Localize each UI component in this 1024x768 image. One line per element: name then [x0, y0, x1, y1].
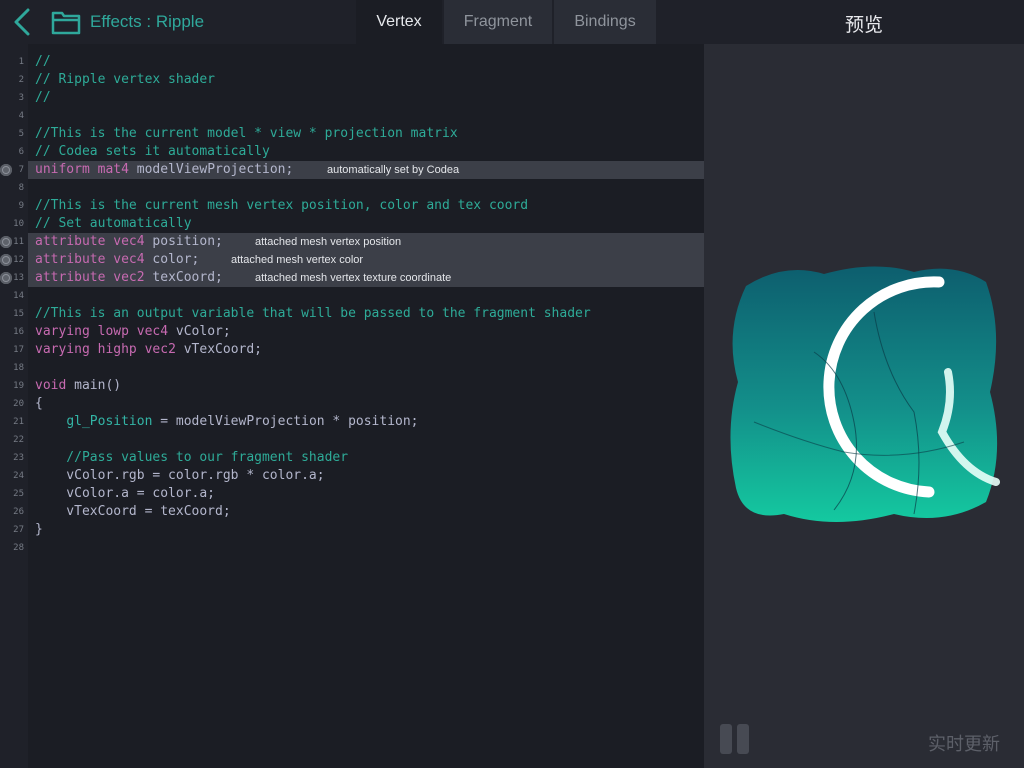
folder-button[interactable]: [51, 9, 81, 35]
shader-tabs: Vertex Fragment Bindings: [356, 0, 656, 44]
line-number: 22: [13, 435, 24, 445]
tab-vertex[interactable]: Vertex: [356, 0, 442, 44]
line-number: 19: [13, 381, 24, 391]
code-line[interactable]: 16 varying lowp vec4 vColor;: [13, 323, 704, 341]
live-update-button[interactable]: 实时更新: [928, 730, 1000, 756]
code-line[interactable]: 7 uniform mat4 modelViewProjection; automa…: [0, 161, 704, 179]
top-bar: Effects : Ripple Vertex Fragment Binding…: [0, 0, 704, 44]
pause-button[interactable]: [720, 724, 750, 754]
breakpoint-icon[interactable]: [0, 254, 12, 266]
code-line[interactable]: 5 //This is the current model * view * pr…: [19, 125, 704, 143]
code-text: //This is the current model * view * pro…: [35, 126, 458, 141]
line-number: 2: [18, 75, 24, 85]
breakpoint-icon[interactable]: [0, 272, 12, 284]
code-line[interactable]: 26 vTexCoord = texCoord;: [13, 503, 704, 521]
code-text: attribute vec4 position;: [35, 234, 223, 249]
code-line[interactable]: 22: [13, 431, 704, 449]
line-number: 5: [18, 129, 24, 139]
line-number: 3: [18, 93, 24, 103]
code-line[interactable]: 20 {: [13, 395, 704, 413]
line-number: 9: [18, 201, 24, 211]
pause-icon: [720, 724, 732, 754]
line-number: 26: [13, 507, 24, 517]
shader-preview-image: [730, 266, 1000, 522]
preview-title: 预览: [844, 15, 883, 36]
binding-annotation: attached mesh vertex position: [255, 236, 402, 248]
chevron-left-icon: [14, 8, 30, 36]
code-text: }: [35, 522, 43, 537]
code-line[interactable]: 25 vColor.a = color.a;: [13, 485, 704, 503]
code-text: {: [35, 396, 43, 411]
code-line[interactable]: 15 //This is an output variable that will…: [13, 305, 704, 323]
line-number: 24: [13, 471, 24, 481]
code-text: vColor.rgb = color.rgb * color.a;: [35, 468, 325, 483]
code-line[interactable]: 4: [19, 107, 704, 125]
code-line[interactable]: 2 // Ripple vertex shader: [19, 71, 704, 89]
line-number: 1: [18, 57, 24, 67]
document-title: Effects : Ripple: [90, 12, 205, 31]
binding-annotation: attached mesh vertex color: [231, 254, 364, 266]
code-text: void main(): [35, 378, 122, 393]
code-line[interactable]: 8: [19, 179, 704, 197]
code-line[interactable]: 23 //Pass values to our fragment shader: [13, 449, 704, 467]
breakpoint-icon[interactable]: [0, 164, 12, 176]
code-text: //: [35, 54, 51, 69]
code-text: //This is an output variable that will b…: [35, 306, 591, 321]
back-button[interactable]: [10, 8, 36, 36]
line-number: 16: [13, 327, 24, 337]
line-number: 20: [13, 399, 24, 409]
code-line[interactable]: 6 // Codea sets it automatically: [19, 143, 704, 161]
line-number: 14: [13, 291, 24, 301]
line-number: 25: [13, 489, 24, 499]
line-number: 4: [18, 111, 24, 121]
tab-fragment[interactable]: Fragment: [444, 0, 552, 44]
line-number: 17: [13, 345, 24, 355]
code-editor[interactable]: 1 // 2 // Ripple vertex shader 3 // 4 5 //This i…: [0, 44, 704, 768]
binding-annotation: attached mesh vertex texture coordinate: [255, 272, 452, 284]
code-line[interactable]: 11 attribute vec4 position; attached mesh …: [0, 233, 704, 251]
line-number: 28: [13, 543, 24, 553]
line-number: 6: [18, 147, 24, 157]
tab-bindings[interactable]: Bindings: [554, 0, 656, 44]
code-text: vColor.a = color.a;: [35, 486, 216, 501]
line-number: 10: [13, 219, 24, 229]
code-text: // Set automatically: [35, 216, 192, 231]
code-line[interactable]: 28: [13, 539, 704, 557]
code-line[interactable]: 12 attribute vec4 color; attached mesh ver…: [0, 251, 704, 269]
code-text: attribute vec2 texCoord;: [35, 270, 223, 285]
code-line[interactable]: 14: [13, 287, 704, 305]
line-number: 18: [13, 363, 24, 373]
code-text: uniform mat4 modelViewProjection;: [35, 162, 294, 177]
code-line[interactable]: 1 //: [19, 53, 704, 71]
code-line[interactable]: 3 //: [19, 89, 704, 107]
binding-annotation: automatically set by Codea: [327, 164, 460, 176]
code-text: varying lowp vec4 vColor;: [35, 324, 231, 339]
line-number: 21: [13, 417, 24, 427]
code-text: // Codea sets it automatically: [35, 144, 270, 159]
code-line[interactable]: 27}: [13, 521, 704, 539]
code-line[interactable]: 24 vColor.rgb = color.rgb * color.a;: [13, 467, 704, 485]
line-number: 27: [13, 525, 24, 535]
code-line[interactable]: 18: [13, 359, 704, 377]
code-line[interactable]: 17 varying highp vec2 vTexCoord;: [13, 341, 704, 359]
code-text: //: [35, 90, 51, 105]
breakpoint-icon[interactable]: [0, 236, 12, 248]
code-text: //Pass values to our fragment shader: [35, 450, 349, 465]
code-line[interactable]: 19 void main(): [13, 377, 704, 395]
preview-header: 预览: [704, 0, 1024, 44]
line-number: 15: [13, 309, 24, 319]
code-line[interactable]: 9 //This is the current mesh vertex posit…: [19, 197, 704, 215]
code-text: // Ripple vertex shader: [35, 72, 216, 87]
code-line[interactable]: 10 // Set automatically: [13, 215, 704, 233]
line-number: 23: [13, 453, 24, 463]
folder-icon: [51, 11, 81, 35]
code-text: gl_Position = modelViewProjection * posi…: [66, 414, 419, 429]
code-line[interactable]: 13 attribute vec2 texCoord; attached mesh …: [0, 269, 704, 287]
code-text: //This is the current mesh vertex positi…: [35, 198, 529, 213]
line-number: 8: [18, 183, 24, 193]
code-text: vTexCoord = texCoord;: [35, 504, 231, 519]
code-line[interactable]: 21 gl_Position = modelViewProjection * p…: [13, 413, 704, 431]
code-text: attribute vec4 color;: [35, 252, 200, 267]
code-text: varying highp vec2 vTexCoord;: [35, 342, 262, 357]
